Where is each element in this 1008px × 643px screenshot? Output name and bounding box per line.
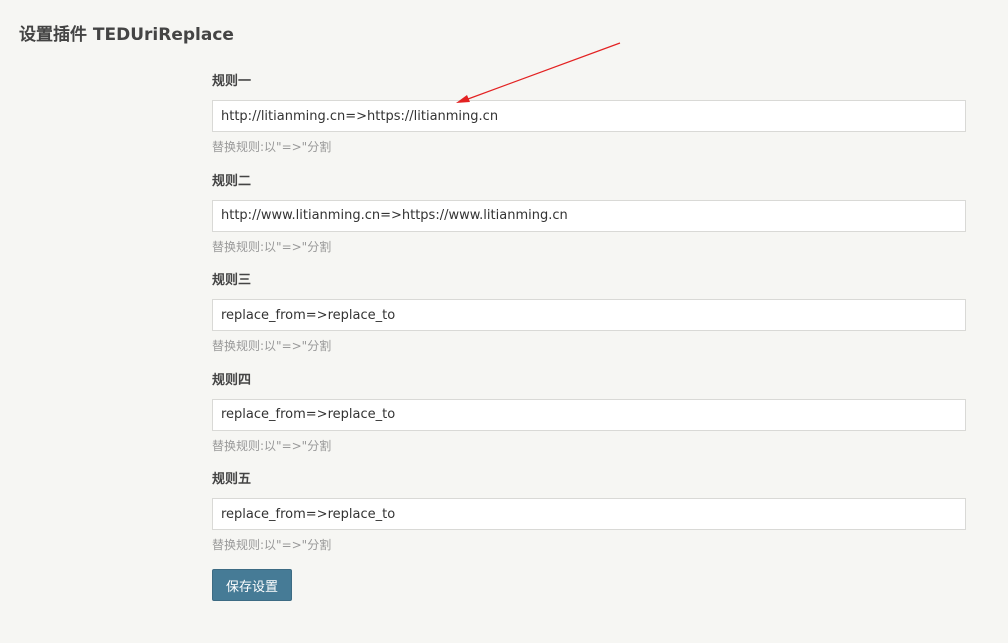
rule-input-4[interactable] [212, 398, 966, 431]
rule-field-5: 规则五 替换规则:以"=>"分割 [212, 470, 966, 570]
rule-field-2: 规则二 替换规则:以"=>"分割 [212, 172, 966, 272]
rule-label-1: 规则一 [212, 74, 252, 89]
rule-label-2: 规则二 [212, 173, 252, 189]
rule-label-5: 规则五 [212, 472, 252, 487]
rule-input-2[interactable] [212, 199, 966, 232]
rules-form: 规则一 替换规则:以"=>"分割 规则二 替换规则:以"=>"分割 规则三 替换… [212, 72, 966, 570]
rule-input-1[interactable] [212, 100, 966, 132]
rule-input-5[interactable] [212, 498, 966, 530]
save-settings-button[interactable]: 保存设置 [212, 569, 292, 601]
rule-hint-1: 替换规则:以"=>"分割 [212, 140, 332, 154]
rule-hint-5: 替换规则:以"=>"分割 [212, 538, 332, 552]
rule-field-4: 规则四 替换规则:以"=>"分割 [212, 371, 966, 471]
rule-input-3[interactable] [212, 299, 966, 331]
rule-field-1: 规则一 替换规则:以"=>"分割 [212, 72, 966, 172]
rule-hint-4: 替换规则:以"=>"分割 [212, 438, 332, 453]
rule-hint-2: 替换规则:以"=>"分割 [212, 239, 332, 254]
rule-label-4: 规则四 [212, 372, 252, 388]
rule-label-3: 规则三 [212, 273, 252, 288]
page-title: 设置插件 TEDUriReplace [19, 25, 234, 45]
rule-field-3: 规则三 替换规则:以"=>"分割 [212, 271, 966, 371]
rule-hint-3: 替换规则:以"=>"分割 [212, 339, 332, 353]
